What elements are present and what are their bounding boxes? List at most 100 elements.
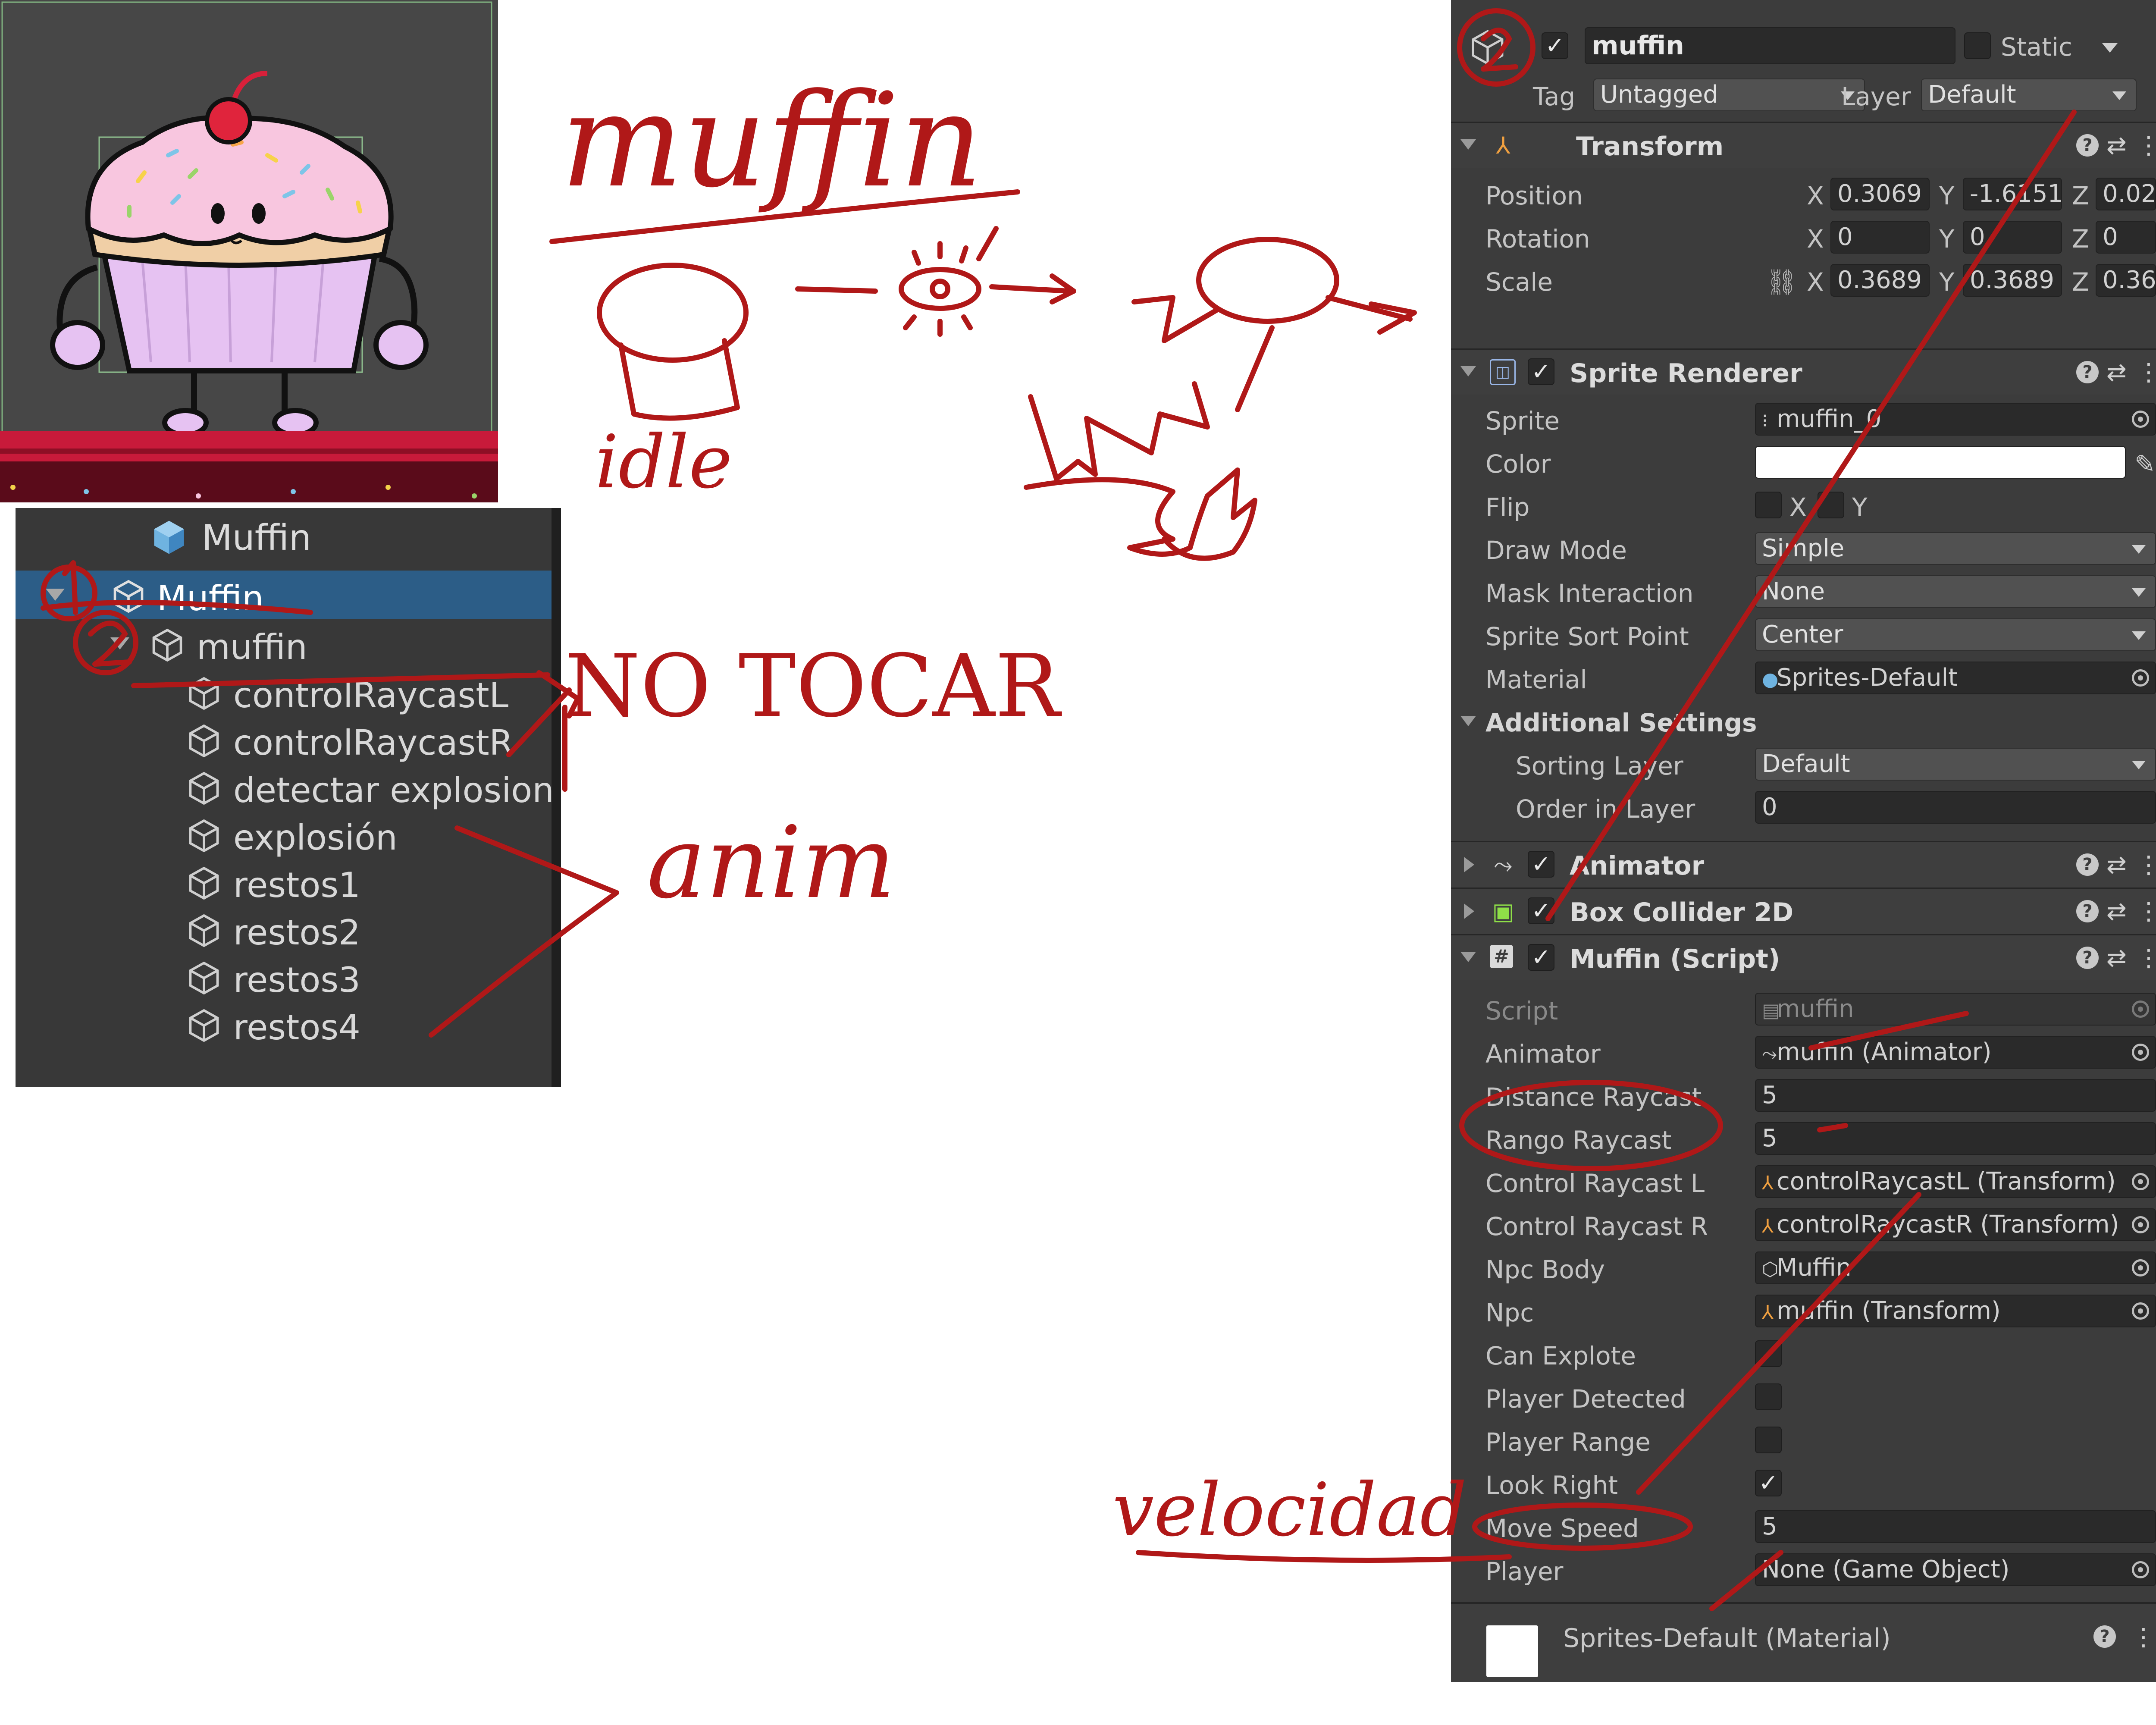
object-picker-icon[interactable] <box>2132 1259 2149 1276</box>
context-menu-icon[interactable]: ⋮ <box>2137 132 2156 160</box>
muffin-script-header[interactable]: # ✓ Muffin (Script) ? ⇄ ⋮ <box>1451 934 2156 980</box>
position-x-input[interactable]: 0.3069 <box>1830 178 1930 210</box>
distance-raycast-input[interactable]: 5 <box>1755 1079 2156 1112</box>
gameobject-name-input[interactable]: muffin <box>1585 27 1955 64</box>
box-collider-header[interactable]: ▣ ✓ Box Collider 2D ? ⇄ ⋮ <box>1451 888 2156 934</box>
npc-field[interactable]: ⅄ muffin (Transform) <box>1755 1295 2156 1327</box>
flip-x-checkbox[interactable] <box>1755 492 1782 518</box>
help-icon[interactable]: ? <box>2076 134 2099 157</box>
position-z-input[interactable]: 0.0203 <box>2096 178 2156 210</box>
material-field[interactable]: ●Sprites-Default <box>1755 662 2156 694</box>
fold-triangle-icon[interactable] <box>1460 952 1476 962</box>
help-icon[interactable]: ? <box>2093 1625 2116 1648</box>
player-detected-checkbox[interactable] <box>1755 1383 1782 1410</box>
can-explote-checkbox[interactable] <box>1755 1340 1782 1367</box>
mask-interaction-dropdown[interactable]: None <box>1755 575 2156 608</box>
animator-header[interactable]: ⤳ ✓ Animator ? ⇄ ⋮ <box>1451 841 2156 887</box>
context-menu-icon[interactable]: ⋮ <box>2137 851 2156 879</box>
draw-mode-dropdown[interactable]: Simple <box>1755 532 2156 565</box>
color-swatch[interactable] <box>1755 446 2126 479</box>
constrain-link-icon[interactable]: ⛓ <box>1766 267 1798 297</box>
sprite-renderer-header[interactable]: ◫ ✓ Sprite Renderer ? ⇄ ⋮ <box>1451 348 2156 395</box>
animator-icon: ⤳ <box>1494 851 1513 878</box>
layer-dropdown[interactable]: Default <box>1921 78 2137 111</box>
hierarchy-item-muffin[interactable]: muffin <box>16 619 552 668</box>
sprite-sort-point-dropdown[interactable]: Center <box>1755 618 2156 651</box>
help-icon[interactable]: ? <box>2076 900 2099 922</box>
control-raycast-l-value: controlRaycastL (Transform) <box>1777 1167 2116 1195</box>
object-picker-icon[interactable] <box>2132 411 2149 428</box>
presets-icon[interactable]: ⇄ <box>2106 897 2127 925</box>
rotation-x-input[interactable]: 0 <box>1830 221 1930 254</box>
expand-triangle-icon[interactable] <box>110 637 129 649</box>
help-icon[interactable]: ? <box>2076 361 2099 383</box>
rotation-z-input[interactable]: 0 <box>2096 221 2156 254</box>
scale-x-input[interactable]: 0.3689 <box>1830 264 1930 297</box>
context-menu-icon[interactable]: ⋮ <box>2137 358 2156 386</box>
npc-body-field[interactable]: ⬡Muffin <box>1755 1251 2156 1284</box>
muffin-script-enabled-checkbox[interactable]: ✓ <box>1528 944 1554 971</box>
hierarchy-item-explosion[interactable]: explosión <box>16 810 552 858</box>
sprite-field[interactable]: ⁝ muffin_0 <box>1755 403 2156 436</box>
explode-sketch-left <box>1131 295 1219 343</box>
fold-triangle-icon[interactable] <box>1464 857 1474 872</box>
additional-settings-row[interactable]: Additional Settings <box>1451 699 2141 743</box>
object-picker-icon[interactable] <box>2132 1561 2149 1578</box>
hierarchy-panel: Muffin Muffin muffin controlRaycastL con… <box>16 508 561 1087</box>
rango-raycast-input[interactable]: 5 <box>1755 1122 2156 1155</box>
player-range-checkbox[interactable] <box>1755 1427 1782 1453</box>
help-icon[interactable]: ? <box>2076 853 2099 876</box>
static-checkbox[interactable] <box>1964 32 1991 59</box>
hierarchy-item-controlraycastl[interactable]: controlRaycastL <box>16 668 552 716</box>
object-picker-icon[interactable] <box>2132 669 2149 687</box>
help-icon[interactable]: ? <box>2076 947 2099 969</box>
hierarchy-item-restos1[interactable]: restos1 <box>16 857 552 906</box>
hierarchy-item-restos2[interactable]: restos2 <box>16 905 552 953</box>
scale-y-input[interactable]: 0.3689 <box>1963 264 2062 297</box>
order-in-layer-input[interactable]: 0 <box>1755 791 2156 824</box>
fold-triangle-icon[interactable] <box>1460 366 1476 376</box>
presets-icon[interactable]: ⇄ <box>2106 358 2127 386</box>
object-picker-icon[interactable] <box>2132 1173 2149 1190</box>
hierarchy-item-controlraycastr[interactable]: controlRaycastR <box>16 715 552 763</box>
scale-z-input[interactable]: 0.3689 <box>2096 264 2156 297</box>
control-raycast-r-field[interactable]: ⅄ controlRaycastR (Transform) <box>1755 1208 2156 1241</box>
animator-field[interactable]: ⤳muffin (Animator) <box>1755 1036 2156 1069</box>
rotation-y-input[interactable]: 0 <box>1963 221 2062 254</box>
eyedropper-icon[interactable]: ✎ <box>2134 449 2156 479</box>
expand-triangle-icon[interactable] <box>46 589 65 601</box>
object-picker-icon[interactable] <box>2132 1216 2149 1233</box>
transform-header[interactable]: ⅄ Transform ? ⇄ ⋮ <box>1451 122 2156 168</box>
object-picker-icon[interactable] <box>2132 1302 2149 1320</box>
object-picker-icon[interactable] <box>2132 1044 2149 1061</box>
fold-triangle-icon[interactable] <box>1460 139 1476 150</box>
tag-dropdown[interactable]: Untagged <box>1593 78 1865 111</box>
muffin-sprite-preview <box>0 1 498 502</box>
sprite-renderer-enabled-checkbox[interactable]: ✓ <box>1528 358 1554 385</box>
static-dropdown-icon[interactable] <box>2102 43 2118 53</box>
presets-icon[interactable]: ⇄ <box>2106 851 2127 879</box>
player-field[interactable]: None (Game Object) <box>1755 1553 2156 1586</box>
look-right-checkbox[interactable]: ✓ <box>1755 1470 1782 1496</box>
move-speed-input[interactable]: 5 <box>1755 1510 2156 1543</box>
context-menu-icon[interactable]: ⋮ <box>2131 1623 2156 1651</box>
sorting-layer-dropdown[interactable]: Default <box>1755 748 2156 781</box>
flip-y-checkbox[interactable] <box>1818 492 1844 518</box>
context-menu-icon[interactable]: ⋮ <box>2137 897 2156 925</box>
hierarchy-item-restos3[interactable]: restos3 <box>16 952 552 1000</box>
active-checkbox[interactable]: ✓ <box>1542 32 1568 59</box>
context-menu-icon[interactable]: ⋮ <box>2137 944 2156 972</box>
hierarchy-item-restos4[interactable]: restos4 <box>16 1000 552 1048</box>
hierarchy-item-muffin-root[interactable]: Muffin <box>16 571 552 619</box>
fold-triangle-icon[interactable] <box>1464 903 1474 919</box>
axis-z-label: Z <box>2072 267 2089 297</box>
animator-enabled-checkbox[interactable]: ✓ <box>1528 851 1554 878</box>
control-raycast-l-field[interactable]: ⅄ controlRaycastL (Transform) <box>1755 1165 2156 1198</box>
hierarchy-item-detectar-explosion[interactable]: detectar explosion <box>16 762 554 811</box>
presets-icon[interactable]: ⇄ <box>2106 132 2127 160</box>
presets-icon[interactable]: ⇄ <box>2106 944 2127 972</box>
axis-x-label: X <box>1807 267 1824 297</box>
fold-triangle-icon[interactable] <box>1460 716 1476 726</box>
position-y-input[interactable]: -1.6151 <box>1963 178 2062 210</box>
box-collider-enabled-checkbox[interactable]: ✓ <box>1528 897 1554 924</box>
